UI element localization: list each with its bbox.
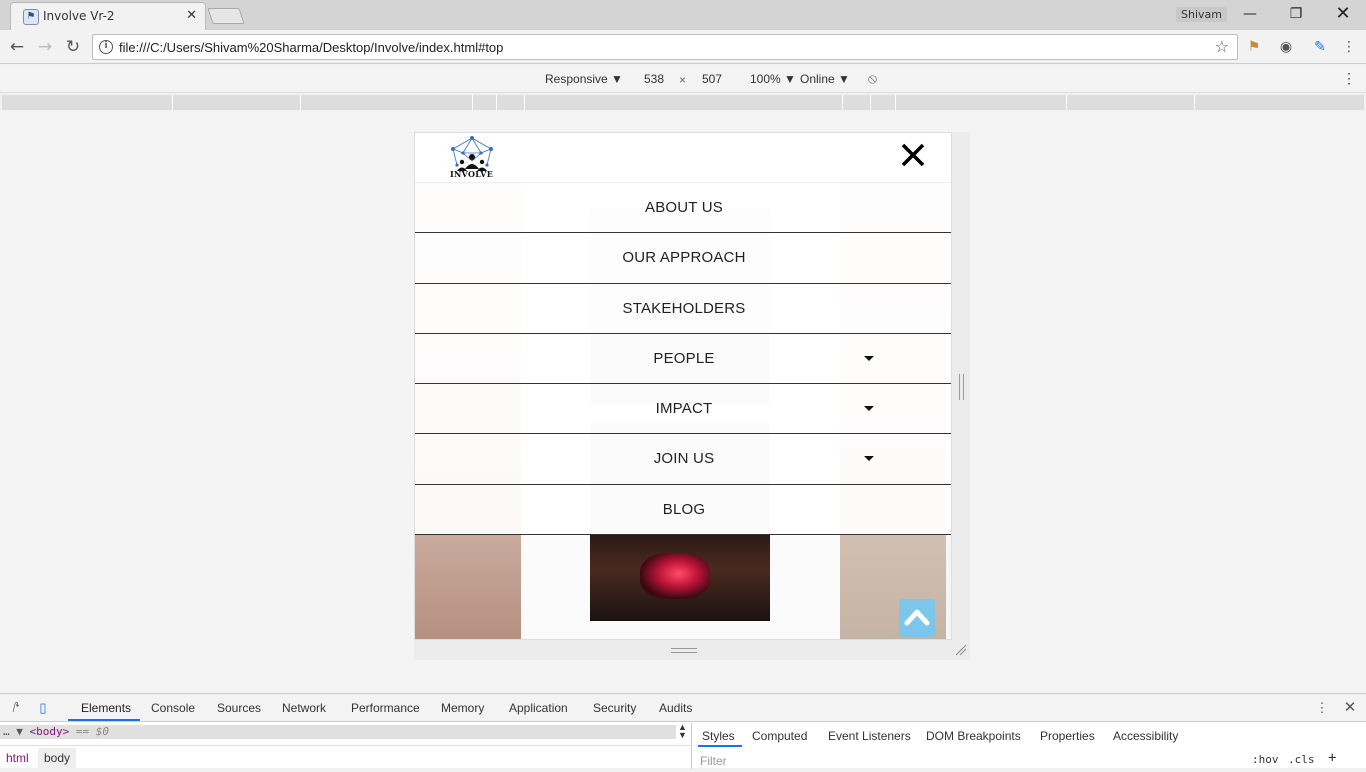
address-url[interactable]: file:///C:/Users/Shivam%20Sharma/Desktop… xyxy=(119,40,503,55)
sidebar-tab-computed[interactable]: Computed xyxy=(752,729,807,743)
viewport-resize-handle-bottom[interactable] xyxy=(671,648,697,653)
rotate-device-icon[interactable]: ⦸ xyxy=(868,70,877,87)
address-bar[interactable]: i file:///C:/Users/Shivam%20Sharma/Deskt… xyxy=(92,34,1238,60)
class-toggle[interactable]: .cls xyxy=(1288,753,1315,766)
nav-item-label: IMPACT xyxy=(655,400,713,418)
chevron-up-icon xyxy=(904,609,930,626)
node-console-ref: == $0 xyxy=(75,725,109,738)
site-header: INVOLVE xyxy=(415,133,951,183)
devtools-tab-memory[interactable]: Memory xyxy=(441,701,484,715)
forward-arrow-icon[interactable]: → xyxy=(34,36,56,58)
glowing-light-shape xyxy=(640,553,710,599)
node-tag: <body> xyxy=(29,725,70,738)
browser-tab-strip: ⚑ Involve Vr-2 ✕ Shivam — ❐ ✕ xyxy=(0,0,1366,30)
nav-item-label: ABOUT US xyxy=(644,199,723,216)
reload-icon[interactable]: ↻ xyxy=(62,36,84,58)
devtools-tab-performance[interactable]: Performance xyxy=(351,701,420,715)
bookmark-star-icon[interactable]: ☆ xyxy=(1215,37,1229,56)
device-height-input[interactable]: 507 xyxy=(692,72,732,86)
styles-sidebar: Styles Computed Event Listeners DOM Brea… xyxy=(691,723,1366,769)
browser-tab-title: Involve Vr-2 xyxy=(43,9,115,23)
browser-toolbar: ← → ↻ i file:///C:/Users/Shivam%20Sharma… xyxy=(0,30,1366,64)
logo-wordmark: INVOLVE xyxy=(450,169,494,179)
caret-down-icon[interactable] xyxy=(864,456,874,462)
emulated-page: INVOLVE ABOUT US OUR APPROACH STAKEHOLDE… xyxy=(414,132,952,640)
new-tab-button[interactable] xyxy=(207,8,245,24)
viewport-resize-handle-right[interactable] xyxy=(959,374,964,400)
viewport-resize-corner-icon[interactable] xyxy=(955,644,967,656)
photo-glowing-hand xyxy=(590,535,770,621)
browser-menu-icon[interactable]: ⋮ xyxy=(1340,38,1358,56)
styles-filter-input[interactable]: Filter xyxy=(692,750,1242,769)
nav-item-label: PEOPLE xyxy=(653,349,715,367)
media-query-bar[interactable] xyxy=(2,95,1364,110)
devtools-tab-security[interactable]: Security xyxy=(593,701,636,715)
hover-state-toggle[interactable]: :hov xyxy=(1252,753,1279,766)
zoom-select[interactable]: 100% ▼ xyxy=(750,72,796,86)
extension-flag-icon[interactable]: ⚑ xyxy=(1245,38,1263,56)
elements-tree: … ▼ <body> == $0 ▲ ▼ html body xyxy=(0,723,690,769)
device-toolbar-menu-icon[interactable]: ⋮ xyxy=(1342,70,1356,87)
nav-item-blog[interactable]: BLOG xyxy=(415,484,951,536)
extension-eyedropper-icon[interactable]: ✎ xyxy=(1311,38,1329,56)
active-sidebar-tab-indicator xyxy=(698,745,742,747)
add-style-rule-button[interactable]: + xyxy=(1328,750,1336,766)
device-toolbar-toggle-icon[interactable]: ▯ xyxy=(35,700,51,716)
nav-item-stakeholders[interactable]: STAKEHOLDERS xyxy=(415,283,951,334)
active-tab-indicator xyxy=(68,719,140,721)
tab-close-icon[interactable]: ✕ xyxy=(186,8,197,23)
nav-item-label: OUR APPROACH xyxy=(622,249,746,267)
devtools-close-icon[interactable]: ✕ xyxy=(1342,700,1358,716)
nav-item-people[interactable]: PEOPLE xyxy=(415,333,951,385)
nav-item-our-approach[interactable]: OUR APPROACH xyxy=(415,233,951,284)
devtools-tab-network[interactable]: Network xyxy=(282,701,326,715)
menu-close-icon[interactable] xyxy=(899,141,927,169)
profile-name-badge[interactable]: Shivam xyxy=(1176,7,1227,22)
device-mode-select[interactable]: Responsive ▼ xyxy=(545,72,623,86)
nav-item-label: JOIN US xyxy=(653,450,715,468)
node-expand-prefix[interactable]: … ▼ xyxy=(3,725,23,738)
window-close-icon[interactable]: ✕ xyxy=(1331,4,1355,24)
site-info-icon[interactable]: i xyxy=(99,40,113,54)
caret-down-icon[interactable] xyxy=(864,406,874,412)
dimension-times-sign: × xyxy=(679,73,687,87)
device-width-input[interactable]: 538 xyxy=(634,72,674,86)
devtools-tab-sources[interactable]: Sources xyxy=(217,701,261,715)
devtools-tab-elements[interactable]: Elements xyxy=(81,701,131,715)
device-toolbar: Responsive ▼ 538 × 507 100% ▼ Online ▼ ⦸… xyxy=(0,65,1366,93)
restore-icon[interactable]: ❐ xyxy=(1284,4,1308,24)
devtools-tab-console[interactable]: Console xyxy=(151,701,195,715)
inspect-element-icon[interactable]: ⭚ xyxy=(8,700,24,716)
extension-record-icon[interactable]: ◉ xyxy=(1277,38,1295,56)
site-favicon-icon: ⚑ xyxy=(23,9,39,25)
nav-item-about-us[interactable]: ABOUT US xyxy=(415,183,951,234)
minimize-icon[interactable]: — xyxy=(1238,4,1262,24)
nav-item-impact[interactable]: IMPACT xyxy=(415,384,951,435)
sidebar-tab-styles[interactable]: Styles xyxy=(702,729,735,743)
scroll-to-top-button[interactable] xyxy=(899,599,935,637)
breadcrumb-html[interactable]: html xyxy=(6,751,29,765)
caret-down-icon[interactable] xyxy=(864,355,874,361)
browser-tab[interactable]: ⚑ Involve Vr-2 ✕ xyxy=(10,2,206,30)
breadcrumb: html body xyxy=(0,745,690,769)
sidebar-tab-properties[interactable]: Properties xyxy=(1040,729,1095,743)
nav-item-join-us[interactable]: JOIN US xyxy=(415,434,951,485)
selected-dom-node[interactable]: … ▼ <body> == $0 xyxy=(0,725,676,739)
nav-item-label: BLOG xyxy=(662,500,706,518)
mobile-nav-menu: ABOUT US OUR APPROACH STAKEHOLDERS PEOPL… xyxy=(415,183,951,536)
sidebar-tab-event-listeners[interactable]: Event Listeners xyxy=(828,729,911,743)
devtools-panel: ⭚ ▯ Elements Console Sources Network Per… xyxy=(0,693,1366,769)
sidebar-tab-accessibility[interactable]: Accessibility xyxy=(1113,729,1178,743)
back-arrow-icon[interactable]: ← xyxy=(6,36,28,58)
devtools-tab-audits[interactable]: Audits xyxy=(659,701,692,715)
nav-item-label: STAKEHOLDERS xyxy=(622,299,746,317)
network-throttle-select[interactable]: Online ▼ xyxy=(800,72,850,86)
devtools-menu-icon[interactable]: ⋮ xyxy=(1314,700,1330,716)
breadcrumb-body[interactable]: body xyxy=(38,748,77,768)
devtools-tabbar: ⭚ ▯ Elements Console Sources Network Per… xyxy=(0,694,1366,722)
devtools-tab-application[interactable]: Application xyxy=(509,701,568,715)
sidebar-tab-dom-breakpoints[interactable]: DOM Breakpoints xyxy=(926,729,1021,743)
tree-scroll-arrows-icon[interactable]: ▲ ▼ xyxy=(678,723,687,740)
